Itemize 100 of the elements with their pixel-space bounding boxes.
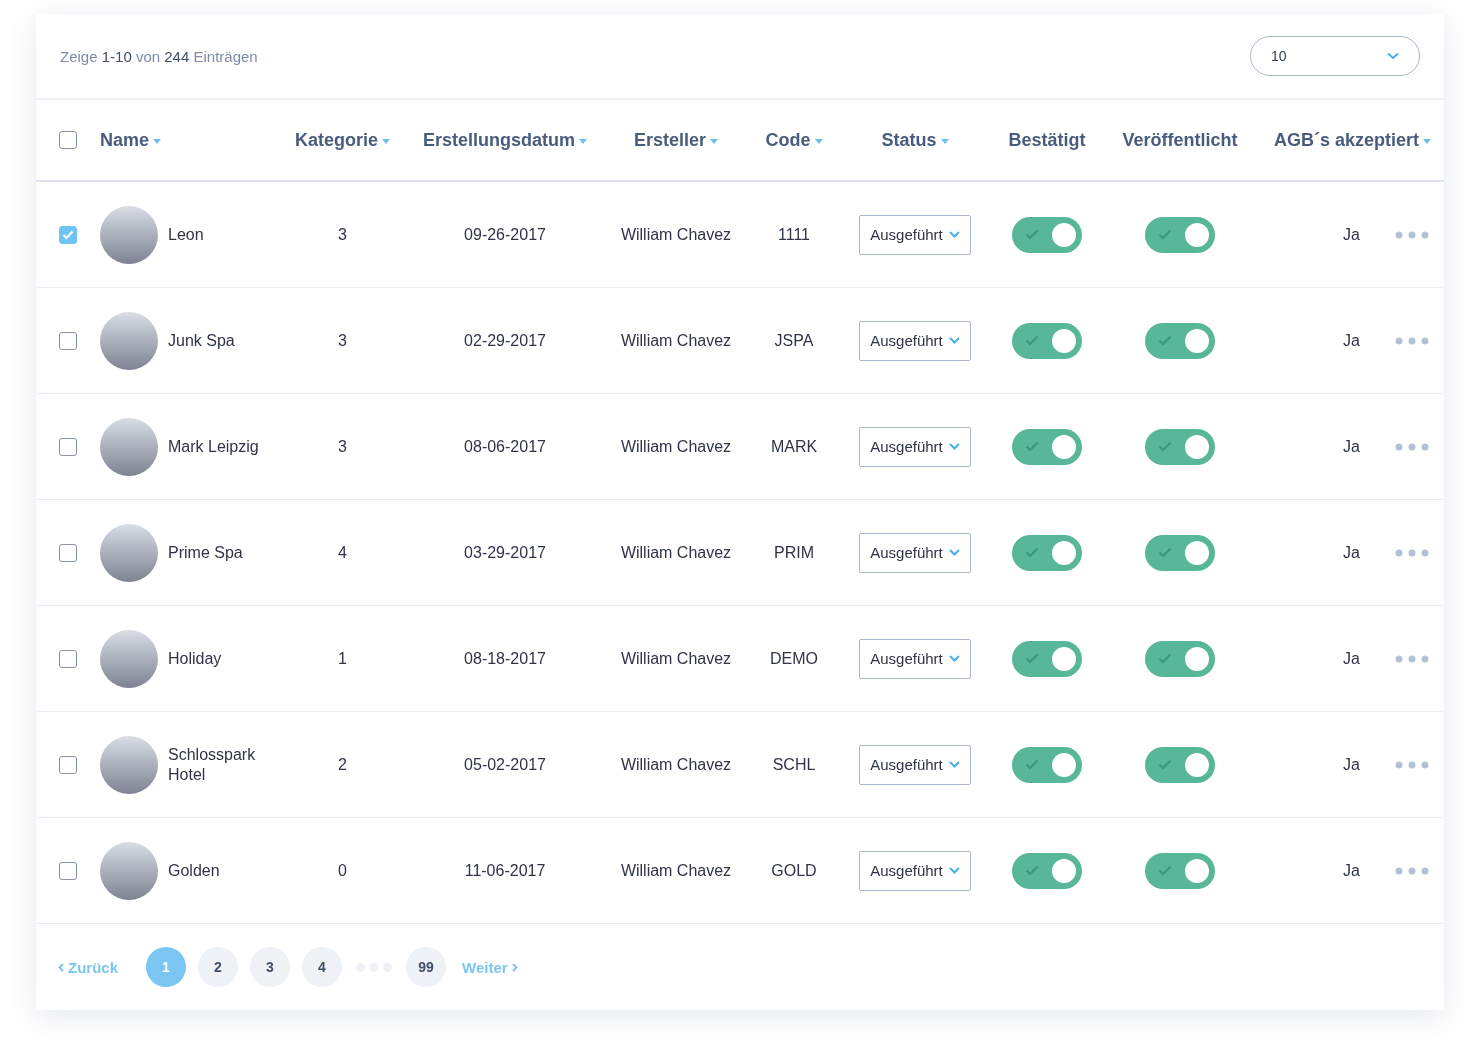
confirmed-toggle[interactable] [1012,534,1082,571]
row-checkbox[interactable] [59,861,77,880]
published-toggle[interactable] [1145,322,1215,359]
entries-summary: Zeige 1-10 von 244 Einträgen [60,47,258,65]
select-all-checkbox[interactable] [59,131,77,149]
page-button[interactable]: 2 [198,947,238,987]
chevron-down-icon [948,867,960,874]
category-cell: 2 [338,755,347,774]
name-cell: Junk Spa [168,330,235,351]
check-icon [1025,228,1039,240]
page-button[interactable]: 99 [406,947,446,987]
row-checkbox[interactable] [59,225,77,244]
terms-cell: Ja [1343,437,1360,456]
creator-cell: William Chavez [620,649,732,668]
terms-cell: Ja [1343,331,1360,350]
code-cell: PRIM [774,543,814,562]
check-icon [1158,334,1172,346]
sortable-column-header[interactable]: Kategorie [295,129,390,151]
chevron-down-icon [948,443,960,450]
sortable-column-header[interactable]: AGB´s akzeptiert [1274,129,1432,151]
name-cell: Holiday [168,648,222,669]
creator-cell: William Chavez [620,861,732,880]
published-toggle[interactable] [1145,746,1215,783]
check-icon [1158,864,1172,876]
code-cell: JSPA [774,331,814,350]
date-cell: 02-29-2017 [464,331,546,350]
confirmed-toggle[interactable] [1012,322,1082,359]
date-cell: 09-26-2017 [464,225,546,244]
creator-cell: William Chavez [620,543,732,562]
terms-cell: Ja [1343,649,1360,668]
confirmed-toggle[interactable] [1012,852,1082,889]
name-cell: Mark Leipzig [168,436,259,457]
sortable-column-header[interactable]: Ersteller [633,129,718,151]
page-size-select[interactable]: 10 [1250,36,1420,76]
name-cell: Golden [168,860,220,881]
status-dropdown[interactable]: Ausgeführt [859,638,971,679]
creator-cell: William Chavez [620,225,732,244]
check-icon [1025,652,1039,664]
code-cell: MARK [770,437,818,456]
name-cell: Leon [168,224,204,245]
more-icon[interactable] [1395,548,1429,557]
more-icon[interactable] [1395,760,1429,769]
creator-cell: William Chavez [620,437,732,456]
confirmed-toggle[interactable] [1012,640,1082,677]
more-icon[interactable] [1395,336,1429,345]
category-cell: 0 [338,861,347,880]
more-icon[interactable] [1395,230,1429,239]
chevron-down-icon [948,337,960,344]
check-icon [1158,652,1172,664]
chevron-left-icon [58,962,64,972]
creator-cell: William Chavez [620,755,732,774]
column-header: Bestätigt [1008,129,1086,151]
status-dropdown[interactable]: Ausgeführt [859,744,971,785]
date-cell: 05-02-2017 [464,755,546,774]
chevron-down-icon [948,761,960,768]
name-cell-text: Schlosspark Hotel [168,744,257,785]
terms-cell: Ja [1343,225,1360,244]
check-icon [1158,546,1172,558]
row-checkbox[interactable] [59,437,77,456]
check-icon [1025,334,1039,346]
sortable-column-header[interactable]: Code [765,129,823,151]
more-icon[interactable] [1395,442,1429,451]
page-button[interactable]: 3 [250,947,290,987]
sortable-column-header[interactable]: Name [100,129,162,151]
sortable-column-header[interactable]: Status [881,129,949,151]
check-icon [1158,440,1172,452]
status-dropdown[interactable]: Ausgeführt [859,850,971,891]
code-cell: SCHL [772,755,816,774]
category-cell: 3 [338,331,347,350]
status-dropdown[interactable]: Ausgeführt [859,214,971,255]
date-cell: 11-06-2017 [464,861,546,880]
check-icon [1025,440,1039,452]
terms-cell: Ja [1343,755,1360,774]
category-cell: 3 [338,437,347,456]
page-button[interactable]: 4 [302,947,342,987]
status-dropdown[interactable]: Ausgeführt [859,426,971,467]
confirmed-toggle[interactable] [1012,746,1082,783]
sortable-column-header[interactable]: Erstellungsdatum [423,129,587,151]
row-checkbox[interactable] [59,649,77,668]
check-icon [62,229,74,240]
more-icon[interactable] [1395,654,1429,663]
confirmed-toggle[interactable] [1012,428,1082,465]
row-checkbox[interactable] [59,331,77,350]
check-icon [1025,546,1039,558]
status-dropdown[interactable]: Ausgeführt [859,320,971,361]
published-toggle[interactable] [1145,428,1215,465]
category-cell: 4 [338,543,347,562]
row-checkbox[interactable] [59,755,77,774]
published-toggle[interactable] [1145,640,1215,677]
published-toggle[interactable] [1145,534,1215,571]
status-dropdown[interactable]: Ausgeführt [859,532,971,573]
published-toggle[interactable] [1145,216,1215,253]
published-toggle[interactable] [1145,852,1215,889]
confirmed-toggle[interactable] [1012,216,1082,253]
row-checkbox[interactable] [59,543,77,562]
chevron-down-icon [948,549,960,556]
category-cell: 1 [338,649,347,668]
code-cell: 1111 [778,225,810,244]
check-icon [1025,864,1039,876]
more-icon[interactable] [1395,866,1429,875]
